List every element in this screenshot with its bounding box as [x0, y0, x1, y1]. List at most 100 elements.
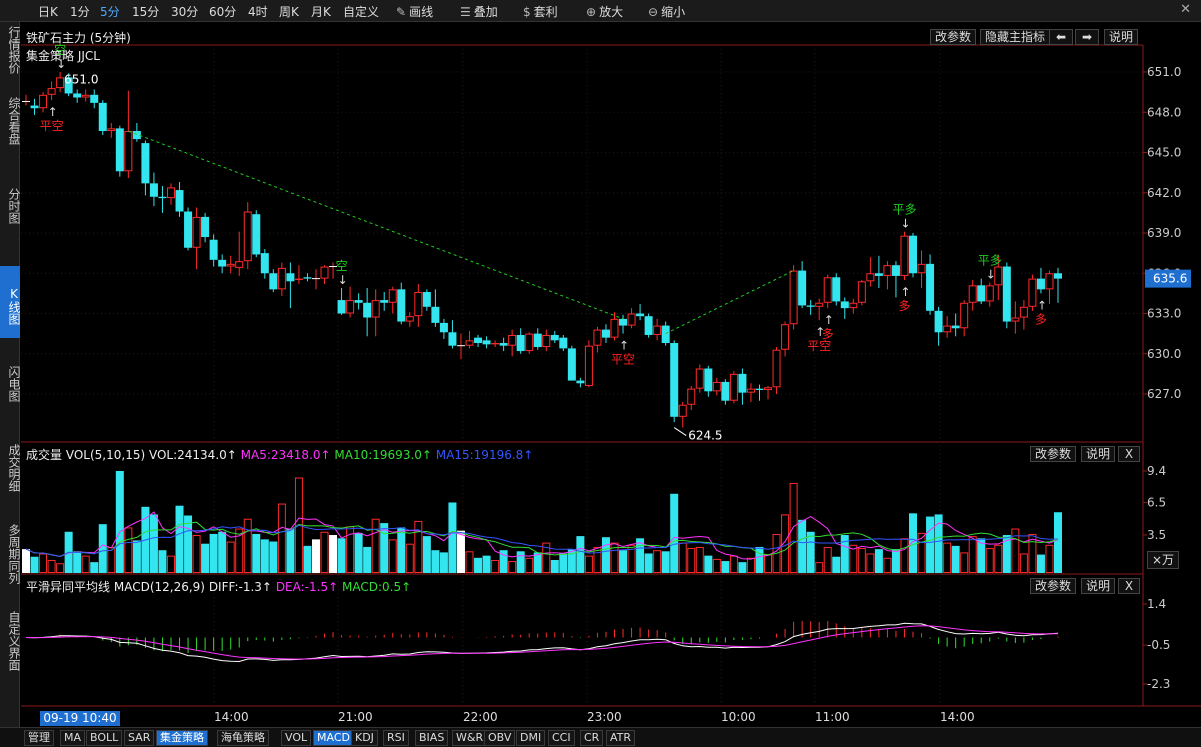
signal-arrow: ↓ — [900, 217, 910, 231]
signal-arrow: ↑ — [619, 339, 629, 353]
volume-bar — [286, 528, 295, 573]
tab-cci[interactable]: CCI — [548, 730, 575, 746]
volume-bar — [891, 549, 900, 573]
candle-body — [960, 302, 969, 329]
volume-bar — [874, 549, 883, 573]
candle-body — [798, 270, 807, 306]
tab-macd[interactable]: MACD — [313, 730, 354, 746]
scroll-left-button[interactable]: ⬅ — [1049, 29, 1073, 45]
candle-body — [550, 334, 559, 341]
volume-bar — [303, 545, 312, 573]
volume-bar — [56, 563, 65, 574]
main-help-button[interactable]: 说明 — [1104, 29, 1139, 45]
tab-vol[interactable]: VOL — [281, 730, 312, 746]
volume-bar — [405, 543, 414, 574]
candle-body — [1028, 278, 1037, 307]
tab-cr[interactable]: CR — [580, 730, 604, 746]
tab-sar[interactable]: SAR — [124, 730, 155, 746]
candle-body — [926, 263, 935, 311]
volume-bar — [508, 561, 517, 574]
candle-body — [704, 368, 713, 392]
macd-close-button[interactable]: X — [1118, 578, 1140, 594]
signal-label: 平多 — [892, 203, 916, 217]
candle-body — [149, 183, 158, 197]
candle-body — [832, 277, 841, 302]
candle-body — [789, 270, 798, 325]
candle-body — [346, 300, 355, 314]
volume-bar — [482, 555, 491, 573]
volume-bar — [448, 502, 457, 573]
time-label: 22:00 — [463, 710, 498, 724]
volume-bar — [431, 550, 440, 573]
candle-body — [874, 273, 883, 276]
tab-ma[interactable]: MA — [60, 730, 86, 746]
candle-body — [277, 267, 286, 290]
volume-bar — [115, 471, 124, 573]
volume-bar — [149, 514, 158, 573]
candle-body — [823, 277, 832, 303]
time-label: 14:00 — [940, 710, 975, 724]
candle-body — [73, 93, 82, 98]
macd-tick-label: -0.5 — [1147, 638, 1170, 652]
scroll-right-button[interactable]: ➡ — [1075, 29, 1099, 45]
arrow-left-icon: ⬅ — [1055, 30, 1067, 44]
candle-body — [934, 310, 943, 333]
tab-jjcl[interactable]: 集金策略 — [156, 730, 208, 746]
tab-wr[interactable]: W&R — [452, 730, 488, 746]
tab-obv[interactable]: OBV — [484, 730, 516, 746]
volume-bar — [653, 550, 662, 574]
volume-bar — [584, 555, 593, 574]
tab-boll[interactable]: BOLL — [86, 730, 123, 746]
candle-body — [772, 349, 781, 388]
candle-body — [653, 325, 662, 335]
candle-body — [636, 313, 645, 317]
macd-params: MACD(12,26,9) — [113, 580, 205, 594]
main-params-button[interactable]: 改参数 — [930, 29, 977, 45]
high-price-label: 651.0 — [64, 72, 98, 86]
instrument-title: 铁矿石主力 (5分钟) — [26, 31, 131, 45]
volume-bar — [798, 519, 807, 573]
tab-kdj[interactable]: KDJ — [351, 730, 378, 746]
volume-bar — [559, 553, 568, 573]
volume-params-button[interactable]: 改参数 — [1030, 446, 1077, 462]
volume-bar — [47, 559, 56, 573]
strategy-label: 集金策略 JJCL — [26, 49, 100, 63]
candle-body — [857, 281, 866, 303]
tab-atr[interactable]: ATR — [606, 730, 636, 746]
volume-bar — [491, 559, 500, 573]
chart-canvas[interactable]: 651.0648.0645.0642.0639.0636.0633.0630.0… — [0, 0, 1201, 747]
time-label: 23:00 — [587, 710, 622, 724]
tab-bias[interactable]: BIAS — [415, 730, 449, 746]
candle-body — [644, 316, 653, 335]
volume-help-button[interactable]: 说明 — [1081, 446, 1116, 462]
strategy-trendline — [665, 270, 794, 335]
signal-arrow: ↑ — [48, 105, 58, 119]
signal-arrow: ↑ — [900, 285, 910, 299]
volume-unit-label: ×万 — [1147, 551, 1180, 569]
time-label: 10:00 — [721, 710, 756, 724]
volume-tick-label: 3.5 — [1147, 528, 1166, 542]
volume-bar — [661, 551, 670, 573]
volume-close-button[interactable]: X — [1118, 446, 1140, 462]
candle-body — [584, 345, 593, 386]
tab-turtle[interactable]: 海龟策略 — [217, 730, 269, 746]
candle-body — [184, 211, 193, 248]
volume-bar — [124, 527, 133, 574]
volume-bar — [1045, 544, 1054, 573]
tab-rsi[interactable]: RSI — [383, 730, 409, 746]
signal-arrow: ↓ — [986, 268, 996, 282]
candle-body — [431, 306, 440, 323]
candle-body — [900, 235, 909, 276]
candle-body — [951, 325, 960, 329]
candle-body — [1045, 273, 1054, 290]
tab-manage[interactable]: 管理 — [24, 730, 54, 746]
candle-body — [226, 263, 235, 267]
candle-body — [917, 263, 926, 274]
macd-help-button[interactable]: 说明 — [1081, 578, 1116, 594]
tab-dmi[interactable]: DMI — [516, 730, 546, 746]
candle-body — [1036, 278, 1045, 290]
candle-body — [764, 387, 773, 390]
signal-label: 多 — [1035, 312, 1047, 326]
macd-params-button[interactable]: 改参数 — [1030, 578, 1077, 594]
hide-main-indicator-button[interactable]: 隐藏主指标 — [980, 29, 1051, 45]
